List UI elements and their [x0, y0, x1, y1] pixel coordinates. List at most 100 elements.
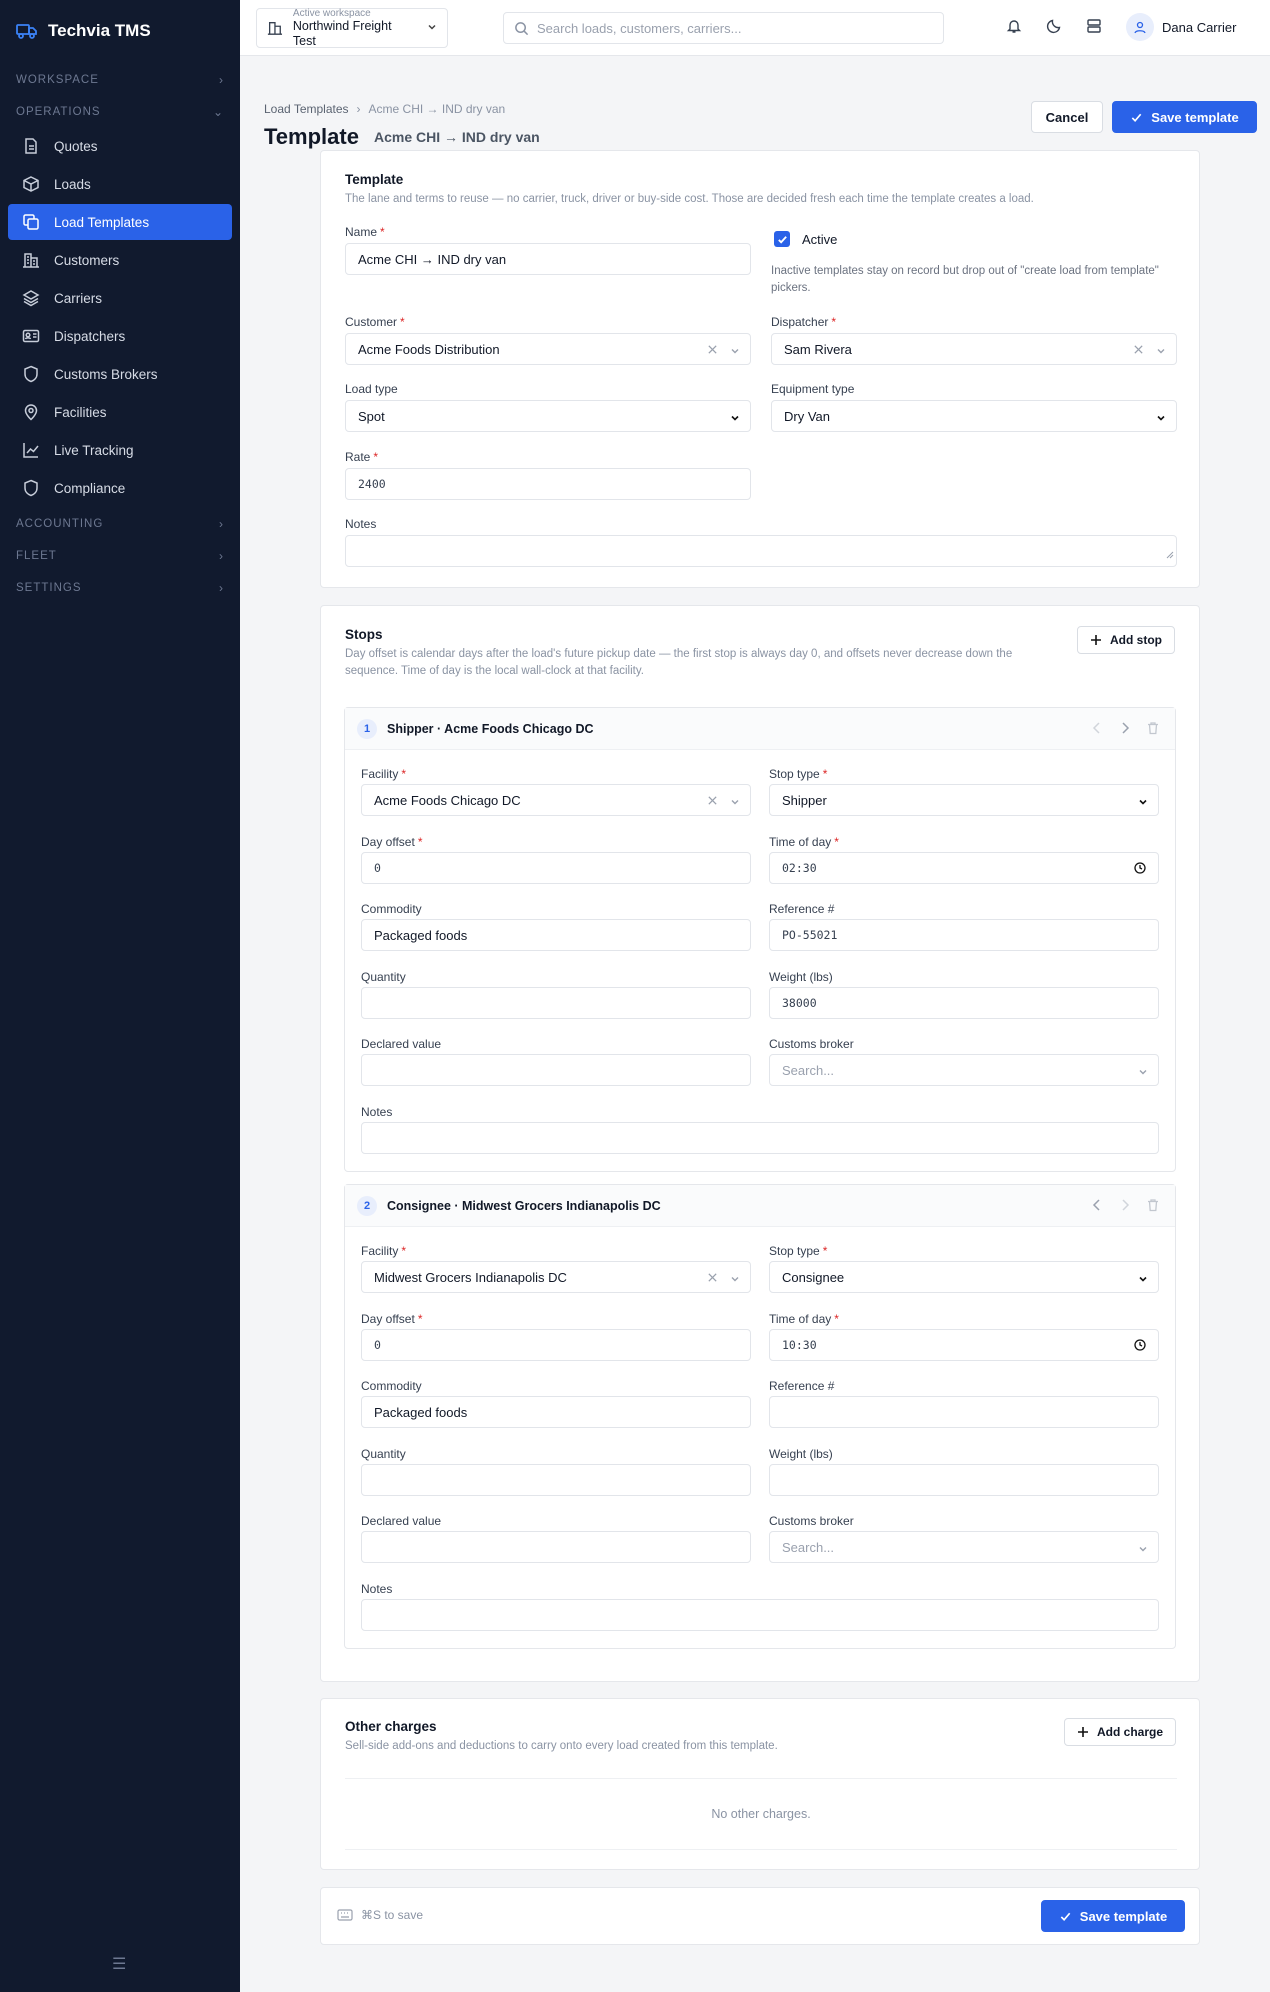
- stop-type-select[interactable]: Consignee: [769, 1261, 1159, 1293]
- stop-type-select[interactable]: Shipper: [769, 784, 1159, 816]
- template-card: Template The lane and terms to reuse — n…: [320, 150, 1200, 588]
- facility-select[interactable]: Midwest Grocers Indianapolis DC: [361, 1261, 751, 1293]
- name-label: Name *: [345, 225, 385, 239]
- reference-input[interactable]: PO-55021: [769, 919, 1159, 951]
- sidebar-item-load-templates[interactable]: Load Templates: [8, 204, 232, 240]
- load-type-select[interactable]: Spot: [345, 400, 751, 432]
- cancel-button[interactable]: Cancel: [1031, 101, 1103, 133]
- resize-handle-icon[interactable]: [1166, 546, 1174, 564]
- stop-title: Shipper · Acme Foods Chicago DC: [387, 722, 594, 736]
- sidebar-item-live-tracking[interactable]: Live Tracking: [8, 432, 232, 468]
- customs-broker-select[interactable]: Search...: [769, 1054, 1159, 1086]
- customer-select[interactable]: Acme Foods Distribution: [345, 333, 751, 365]
- card-title: Other charges: [345, 1719, 437, 1734]
- sidebar-item-compliance[interactable]: Compliance: [8, 470, 232, 506]
- nav-section-operations[interactable]: OPERATIONS ⌄: [0, 96, 240, 128]
- rate-input[interactable]: 2400: [345, 468, 751, 500]
- save-template-button[interactable]: Save template: [1112, 101, 1257, 133]
- copy-icon: [23, 214, 39, 230]
- chevron-down-icon: [1138, 1272, 1148, 1287]
- clear-icon[interactable]: [707, 343, 718, 358]
- name-input[interactable]: Acme CHI → IND dry van: [345, 243, 751, 275]
- sidebar-item-loads[interactable]: Loads: [8, 166, 232, 202]
- box-icon: [23, 176, 39, 192]
- user-menu[interactable]: Dana Carrier: [1126, 13, 1236, 41]
- search-input[interactable]: [537, 20, 917, 36]
- trash-icon[interactable]: [1147, 1198, 1159, 1217]
- equipment-type-select[interactable]: Dry Van: [771, 400, 1177, 432]
- chevron-down-icon: [427, 21, 437, 35]
- load-type-label: Load type: [345, 382, 398, 396]
- global-search[interactable]: [503, 12, 944, 44]
- chevron-down-icon: [1156, 344, 1166, 359]
- save-template-button[interactable]: Save template: [1041, 1900, 1185, 1932]
- weight-label: Weight (lbs): [769, 970, 833, 984]
- user-name: Dana Carrier: [1162, 19, 1237, 35]
- chevron-left-icon[interactable]: [1091, 721, 1103, 740]
- clear-icon[interactable]: [1133, 343, 1144, 358]
- weight-input[interactable]: 38000: [769, 987, 1159, 1019]
- stop-card: 1 Shipper · Acme Foods Chicago DC Facili…: [344, 707, 1176, 1172]
- trash-icon[interactable]: [1147, 721, 1159, 740]
- add-charge-button[interactable]: Add charge: [1064, 1718, 1177, 1746]
- customs-broker-select[interactable]: Search...: [769, 1531, 1159, 1563]
- time-of-day-input[interactable]: 10:30: [769, 1329, 1159, 1361]
- server-icon[interactable]: [1086, 18, 1102, 39]
- stop-notes-textarea[interactable]: [361, 1122, 1159, 1154]
- active-checkbox[interactable]: [774, 231, 790, 247]
- breadcrumb-link[interactable]: Load Templates: [264, 102, 349, 116]
- nav-section-fleet[interactable]: FLEET ›: [0, 540, 240, 572]
- sidebar-item-customers[interactable]: Customers: [8, 242, 232, 278]
- moon-icon[interactable]: [1046, 18, 1062, 39]
- notes-textarea[interactable]: [345, 535, 1177, 567]
- clock-icon[interactable]: [1134, 1339, 1146, 1354]
- day-offset-input[interactable]: 0: [361, 1329, 751, 1361]
- quantity-label: Quantity: [361, 1447, 406, 1461]
- sidebar-item-customs-brokers[interactable]: Customs Brokers: [8, 356, 232, 392]
- day-offset-label: Day offset *: [361, 835, 423, 849]
- sidebar-item-quotes[interactable]: Quotes: [8, 128, 232, 164]
- stop-type-label: Stop type *: [769, 767, 828, 781]
- save-label: Save template: [1151, 109, 1239, 125]
- sidebar-collapse-icon[interactable]: ☰: [112, 1954, 126, 1974]
- sidebar-item-label: Loads: [54, 176, 91, 192]
- commodity-input[interactable]: Packaged foods: [361, 919, 751, 951]
- nav-section-settings[interactable]: SETTINGS ›: [0, 572, 240, 604]
- declared-value-input[interactable]: [361, 1054, 751, 1086]
- workspace-switcher[interactable]: Active workspace Northwind Freight Test: [256, 8, 448, 48]
- sidebar-item-carriers[interactable]: Carriers: [8, 280, 232, 316]
- reference-input[interactable]: [769, 1396, 1159, 1428]
- topbar: Active workspace Northwind Freight Test …: [240, 0, 1270, 56]
- chevron-right-icon[interactable]: [1119, 1198, 1131, 1217]
- quantity-input[interactable]: [361, 987, 751, 1019]
- nav-section-accounting[interactable]: ACCOUNTING ›: [0, 508, 240, 540]
- declared-value-label: Declared value: [361, 1514, 442, 1528]
- bell-icon[interactable]: [1006, 18, 1022, 39]
- equipment-type-label: Equipment type: [771, 382, 855, 396]
- weight-input[interactable]: [769, 1464, 1159, 1496]
- sidebar-item-facilities[interactable]: Facilities: [8, 394, 232, 430]
- customs-broker-label: Customs broker: [769, 1037, 854, 1051]
- chevron-right-icon[interactable]: [1119, 721, 1131, 740]
- clock-icon[interactable]: [1134, 862, 1146, 877]
- brand[interactable]: Techvia TMS: [0, 0, 240, 62]
- chevron-left-icon[interactable]: [1091, 1198, 1103, 1217]
- commodity-input[interactable]: Packaged foods: [361, 1396, 751, 1428]
- dispatcher-select[interactable]: Sam Rivera: [771, 333, 1177, 365]
- clear-icon[interactable]: [707, 1271, 718, 1286]
- sidebar-item-dispatchers[interactable]: Dispatchers: [8, 318, 232, 354]
- declared-value-input[interactable]: [361, 1531, 751, 1563]
- clear-icon[interactable]: [707, 794, 718, 809]
- day-offset-input[interactable]: 0: [361, 852, 751, 884]
- chevron-down-icon: [730, 344, 740, 359]
- card-description: Sell-side add-ons and deductions to carr…: [345, 1740, 778, 1752]
- time-of-day-input[interactable]: 02:30: [769, 852, 1159, 884]
- add-stop-button[interactable]: Add stop: [1077, 626, 1175, 654]
- reference-label: Reference #: [769, 1379, 835, 1393]
- quantity-input[interactable]: [361, 1464, 751, 1496]
- stop-notes-label: Notes: [361, 1582, 393, 1596]
- shield-icon: [24, 365, 38, 383]
- stop-notes-textarea[interactable]: [361, 1599, 1159, 1631]
- facility-select[interactable]: Acme Foods Chicago DC: [361, 784, 751, 816]
- nav-section-workspace[interactable]: WORKSPACE ›: [0, 64, 240, 96]
